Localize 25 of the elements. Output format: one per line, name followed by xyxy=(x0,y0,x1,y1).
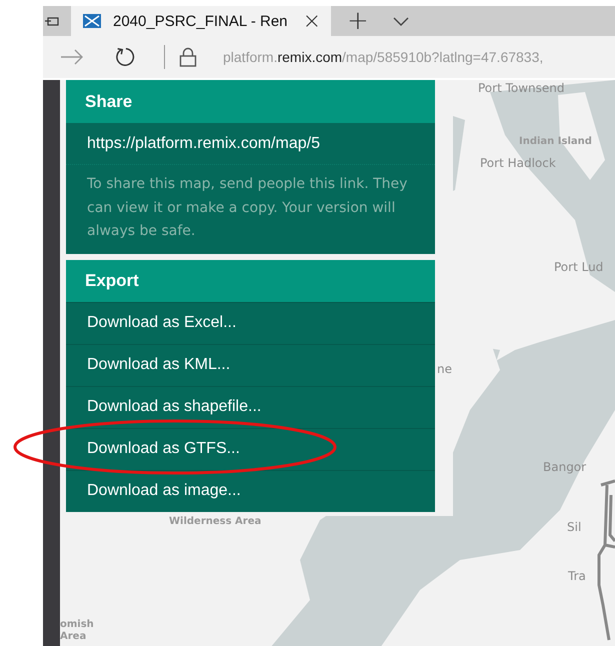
chevron-down-icon[interactable] xyxy=(392,16,409,26)
town-label: Tra xyxy=(568,569,586,583)
town-label: Port Townsend xyxy=(478,81,565,95)
tab-title: 2040_PSRC_FINAL - Ren xyxy=(113,12,289,30)
town-label: Sil xyxy=(567,520,582,534)
town-label: Port Lud xyxy=(554,260,604,274)
site-logo-icon xyxy=(83,14,101,28)
town-label: ne xyxy=(437,362,452,376)
lock-icon xyxy=(179,47,197,67)
refresh-icon[interactable] xyxy=(114,46,136,68)
tab-list-icon[interactable] xyxy=(45,15,59,27)
town-label: Port Hadlock xyxy=(480,156,556,170)
new-tab-button[interactable]: + xyxy=(343,6,373,36)
area-label: omish xyxy=(60,619,94,630)
town-label: Bangor xyxy=(543,460,586,474)
share-description: To share this map, send people this link. They can view it or make a copy. Your version will always be safe. xyxy=(86,175,408,241)
close-tab-button[interactable]: × xyxy=(302,8,321,34)
area-label: Indian Island xyxy=(519,136,592,147)
area-label: Wilderness Area xyxy=(169,516,262,527)
export-title: Export xyxy=(85,270,139,290)
area-label: Area xyxy=(60,631,86,642)
browser-tab[interactable]: 2040_PSRC_FINAL - Ren × xyxy=(71,6,331,36)
forward-arrow-icon[interactable] xyxy=(60,49,84,65)
share-link-field[interactable]: https://platform.remix.com/map/5 xyxy=(66,123,435,165)
share-title: Share xyxy=(85,92,132,112)
